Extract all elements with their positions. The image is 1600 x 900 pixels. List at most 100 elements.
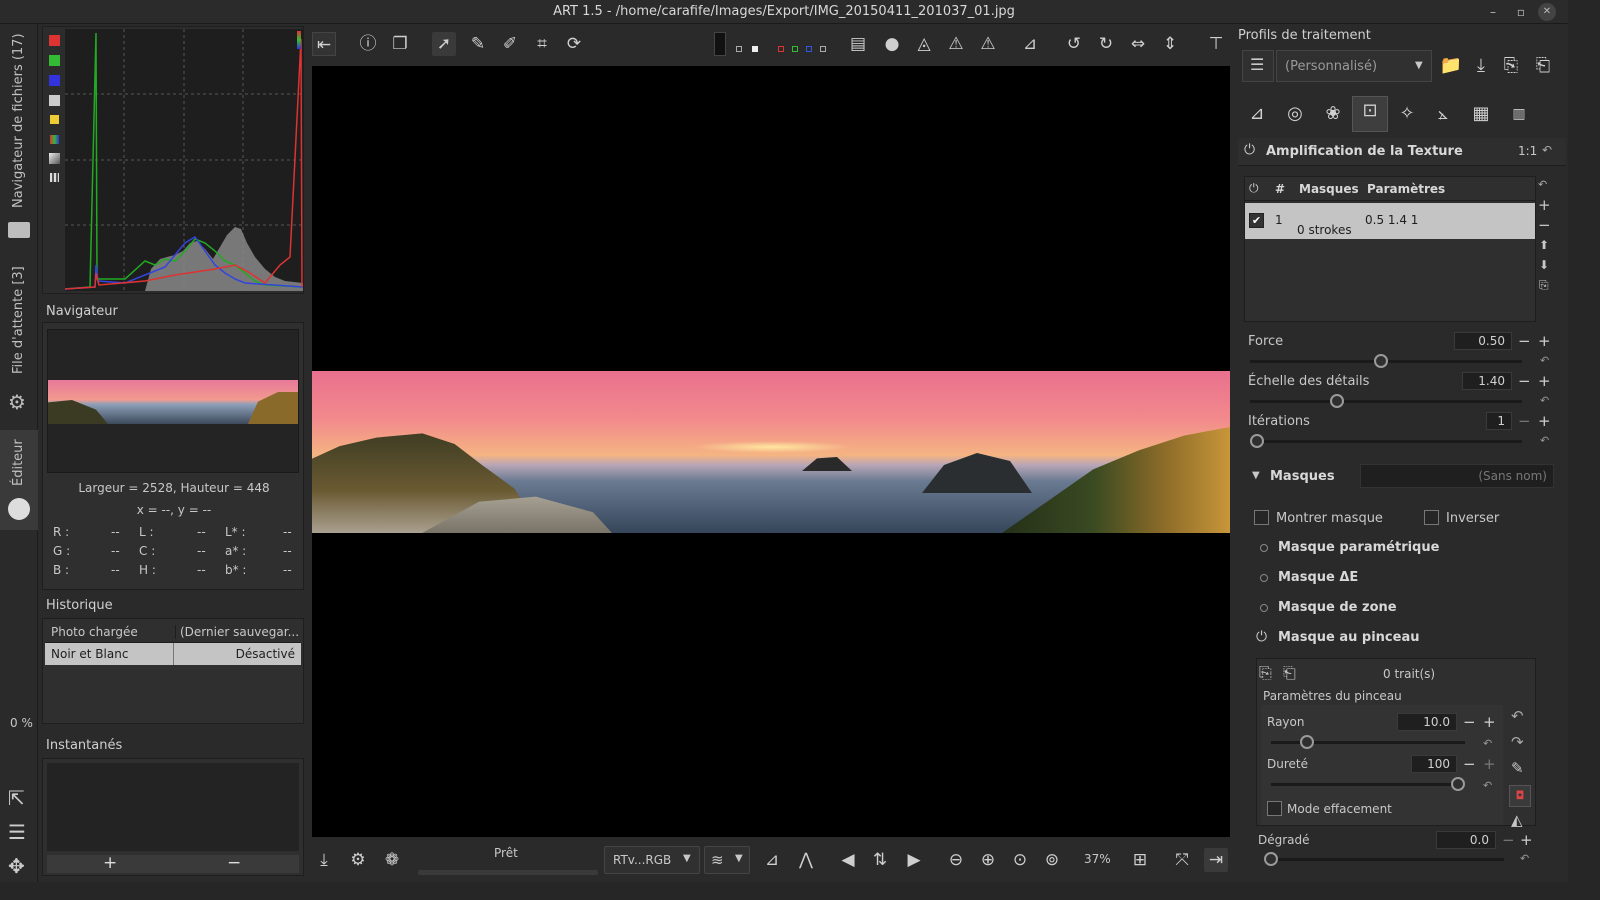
rotate-right-icon[interactable]: ↻ <box>1094 32 1118 56</box>
hide-left-panel-icon[interactable]: ⇤ <box>312 32 336 56</box>
zoom-fit-icon[interactable]: ⊙ <box>1008 848 1032 872</box>
perspective-icon[interactable]: ⊿ <box>1018 32 1042 56</box>
queue-icon[interactable]: ⚙ <box>346 848 370 872</box>
zone-mask-label[interactable]: Masque de zone <box>1278 600 1397 615</box>
copy-mask-icon[interactable]: ⎘ <box>1539 278 1549 293</box>
meta-tab-icon[interactable]: ▥ <box>1504 100 1534 130</box>
gradient-reset-icon[interactable]: ↶ <box>1520 852 1529 865</box>
chroma-toggle[interactable] <box>50 115 59 124</box>
radius-slider-handle[interactable] <box>1300 735 1314 749</box>
sliders-icon[interactable]: ☰ <box>8 820 26 844</box>
hide-top-icon[interactable]: ⊤ <box>1204 32 1228 56</box>
scale-slider[interactable] <box>1250 394 1522 408</box>
previous-image-icon[interactable]: ◀ <box>836 848 860 872</box>
bg-white-icon[interactable] <box>752 46 758 52</box>
maximize-button[interactable]: ▫ <box>1508 0 1534 24</box>
softproof-icon[interactable]: ⊿ <box>760 848 784 872</box>
force-slider[interactable] <box>1250 354 1522 368</box>
hide-right-panel-icon[interactable]: ⇥ <box>1204 848 1228 872</box>
undo-icon[interactable]: ↶ <box>1511 707 1524 725</box>
gradient-slider[interactable] <box>1264 852 1504 866</box>
tab-queue[interactable]: File d'attente [3] ⚙ <box>0 262 38 422</box>
hand-tool-icon[interactable]: ➚ <box>432 32 456 56</box>
effects-tab-icon[interactable]: ✧ <box>1392 100 1422 130</box>
gamut-check-icon[interactable]: ⋀ <box>794 848 818 872</box>
minimize-button[interactable]: – <box>1480 0 1506 24</box>
brush-icon[interactable]: ✎ <box>1511 759 1524 777</box>
shadow-warning-icon[interactable]: ⚠ <box>944 32 968 56</box>
radius-reset-icon[interactable]: ↶ <box>1483 737 1492 750</box>
white-balance-picker-icon[interactable]: ✎ <box>466 32 490 56</box>
move-down-icon[interactable]: ⬇ <box>1539 258 1549 272</box>
delta-e-mask-label[interactable]: Masque ΔE <box>1278 570 1358 585</box>
gradient-decrease-button[interactable]: − <box>1502 832 1515 848</box>
open-profile-icon[interactable]: 📁 <box>1436 52 1466 82</box>
hardness-slider[interactable] <box>1271 777 1465 791</box>
luminance-channel-icon[interactable] <box>820 46 826 52</box>
output-profile-select[interactable]: RTv...RGB ▼ <box>604 846 700 874</box>
local-tab-icon[interactable]: ⊡ <box>1352 96 1388 132</box>
move-icon[interactable]: ✥ <box>8 854 25 878</box>
radius-slider[interactable] <box>1271 735 1465 749</box>
hardness-slider-handle[interactable] <box>1451 777 1465 791</box>
close-button[interactable]: ✕ <box>1538 3 1556 21</box>
reset-icon[interactable]: ↶ <box>1542 143 1552 157</box>
highlight-warning-icon[interactable]: ⚠ <box>976 32 1000 56</box>
force-decrease-button[interactable]: − <box>1518 333 1531 349</box>
before-after-icon[interactable]: ❐ <box>388 32 412 56</box>
iterations-reset-icon[interactable]: ↶ <box>1540 434 1549 447</box>
fullscreen-icon[interactable]: ⤧ <box>1170 848 1194 872</box>
info-icon[interactable]: ⓘ <box>356 32 380 56</box>
blue-channel-icon[interactable] <box>806 46 812 52</box>
force-reset-icon[interactable]: ↶ <box>1540 354 1549 367</box>
detail-tab-icon[interactable]: ◎ <box>1280 100 1310 130</box>
scale-slider-handle[interactable] <box>1330 394 1344 408</box>
parametric-mask-label[interactable]: Masque paramétrique <box>1278 540 1439 555</box>
redo-icon[interactable]: ↷ <box>1511 733 1524 751</box>
profile-select[interactable]: (Personnalisé) ▼ <box>1276 50 1432 82</box>
hardness-value[interactable]: 100 <box>1411 755 1457 773</box>
radius-decrease-button[interactable]: − <box>1463 714 1476 730</box>
iterations-slider[interactable] <box>1250 434 1522 448</box>
save-icon[interactable]: ⤓ <box>312 848 336 872</box>
erase-mode-checkbox[interactable] <box>1267 801 1282 816</box>
force-slider-handle[interactable] <box>1374 354 1388 368</box>
mask-name-field[interactable]: (Sans nom) <box>1360 464 1554 488</box>
raw-tab-icon[interactable]: ▦ <box>1466 100 1496 130</box>
flip-horizontal-icon[interactable]: ⇔ <box>1126 32 1150 56</box>
brush-mask-label[interactable]: Masque au pinceau <box>1278 630 1419 645</box>
radius-increase-button[interactable]: + <box>1483 714 1496 730</box>
eraser-icon[interactable]: ◘ <box>1509 785 1531 807</box>
iterations-increase-button[interactable]: + <box>1538 413 1551 429</box>
mode-toggle[interactable] <box>50 173 59 182</box>
profile-list-button[interactable]: ☰ <box>1242 50 1274 82</box>
image-viewport[interactable] <box>312 66 1230 837</box>
tab-file-browser[interactable]: Navigateur de fichiers (17) <box>0 28 38 258</box>
gradient-value[interactable]: 0.0 <box>1436 831 1496 849</box>
transform-tab-icon[interactable]: ⦛ <box>1428 100 1458 130</box>
sync-icon[interactable]: ⇅ <box>868 848 892 872</box>
rotate-left-icon[interactable]: ↺ <box>1062 32 1086 56</box>
iterations-value[interactable]: 1 <box>1486 412 1512 430</box>
gradient-increase-button[interactable]: + <box>1520 832 1533 848</box>
mask-row-selected[interactable]: ✔ 1 0 strokes 0.5 1.4 1 <box>1245 203 1535 239</box>
gradient-slider-handle[interactable] <box>1264 852 1278 866</box>
external-editor-icon[interactable]: ❁ <box>380 848 404 872</box>
bg-black-icon[interactable] <box>736 46 742 52</box>
radius-value[interactable]: 10.0 <box>1397 713 1457 731</box>
iterations-decrease-button[interactable]: − <box>1518 413 1531 429</box>
hardness-reset-icon[interactable]: ↶ <box>1483 779 1492 792</box>
channel-rgb-icon[interactable] <box>714 32 726 56</box>
exposure-tab-icon[interactable]: ⊿ <box>1242 100 1272 130</box>
intent-select[interactable]: ≋ ▼ <box>704 846 750 874</box>
navigator-preview[interactable] <box>47 329 299 473</box>
invert-checkbox[interactable] <box>1424 510 1439 525</box>
history-row-selected[interactable]: Noir et Blanc Désactivé <box>45 643 301 665</box>
gamut-icon[interactable]: ◬ <box>912 32 936 56</box>
paste-strokes-icon[interactable]: ⎗ <box>1283 663 1296 683</box>
power-icon[interactable]: ⏻ <box>1256 629 1267 645</box>
zoom-out-icon[interactable]: ⊖ <box>944 848 968 872</box>
zone-mask-radio[interactable] <box>1260 604 1268 612</box>
remove-snapshot-button[interactable]: − <box>227 853 241 873</box>
pin-icon[interactable]: ⇱ <box>8 786 25 810</box>
